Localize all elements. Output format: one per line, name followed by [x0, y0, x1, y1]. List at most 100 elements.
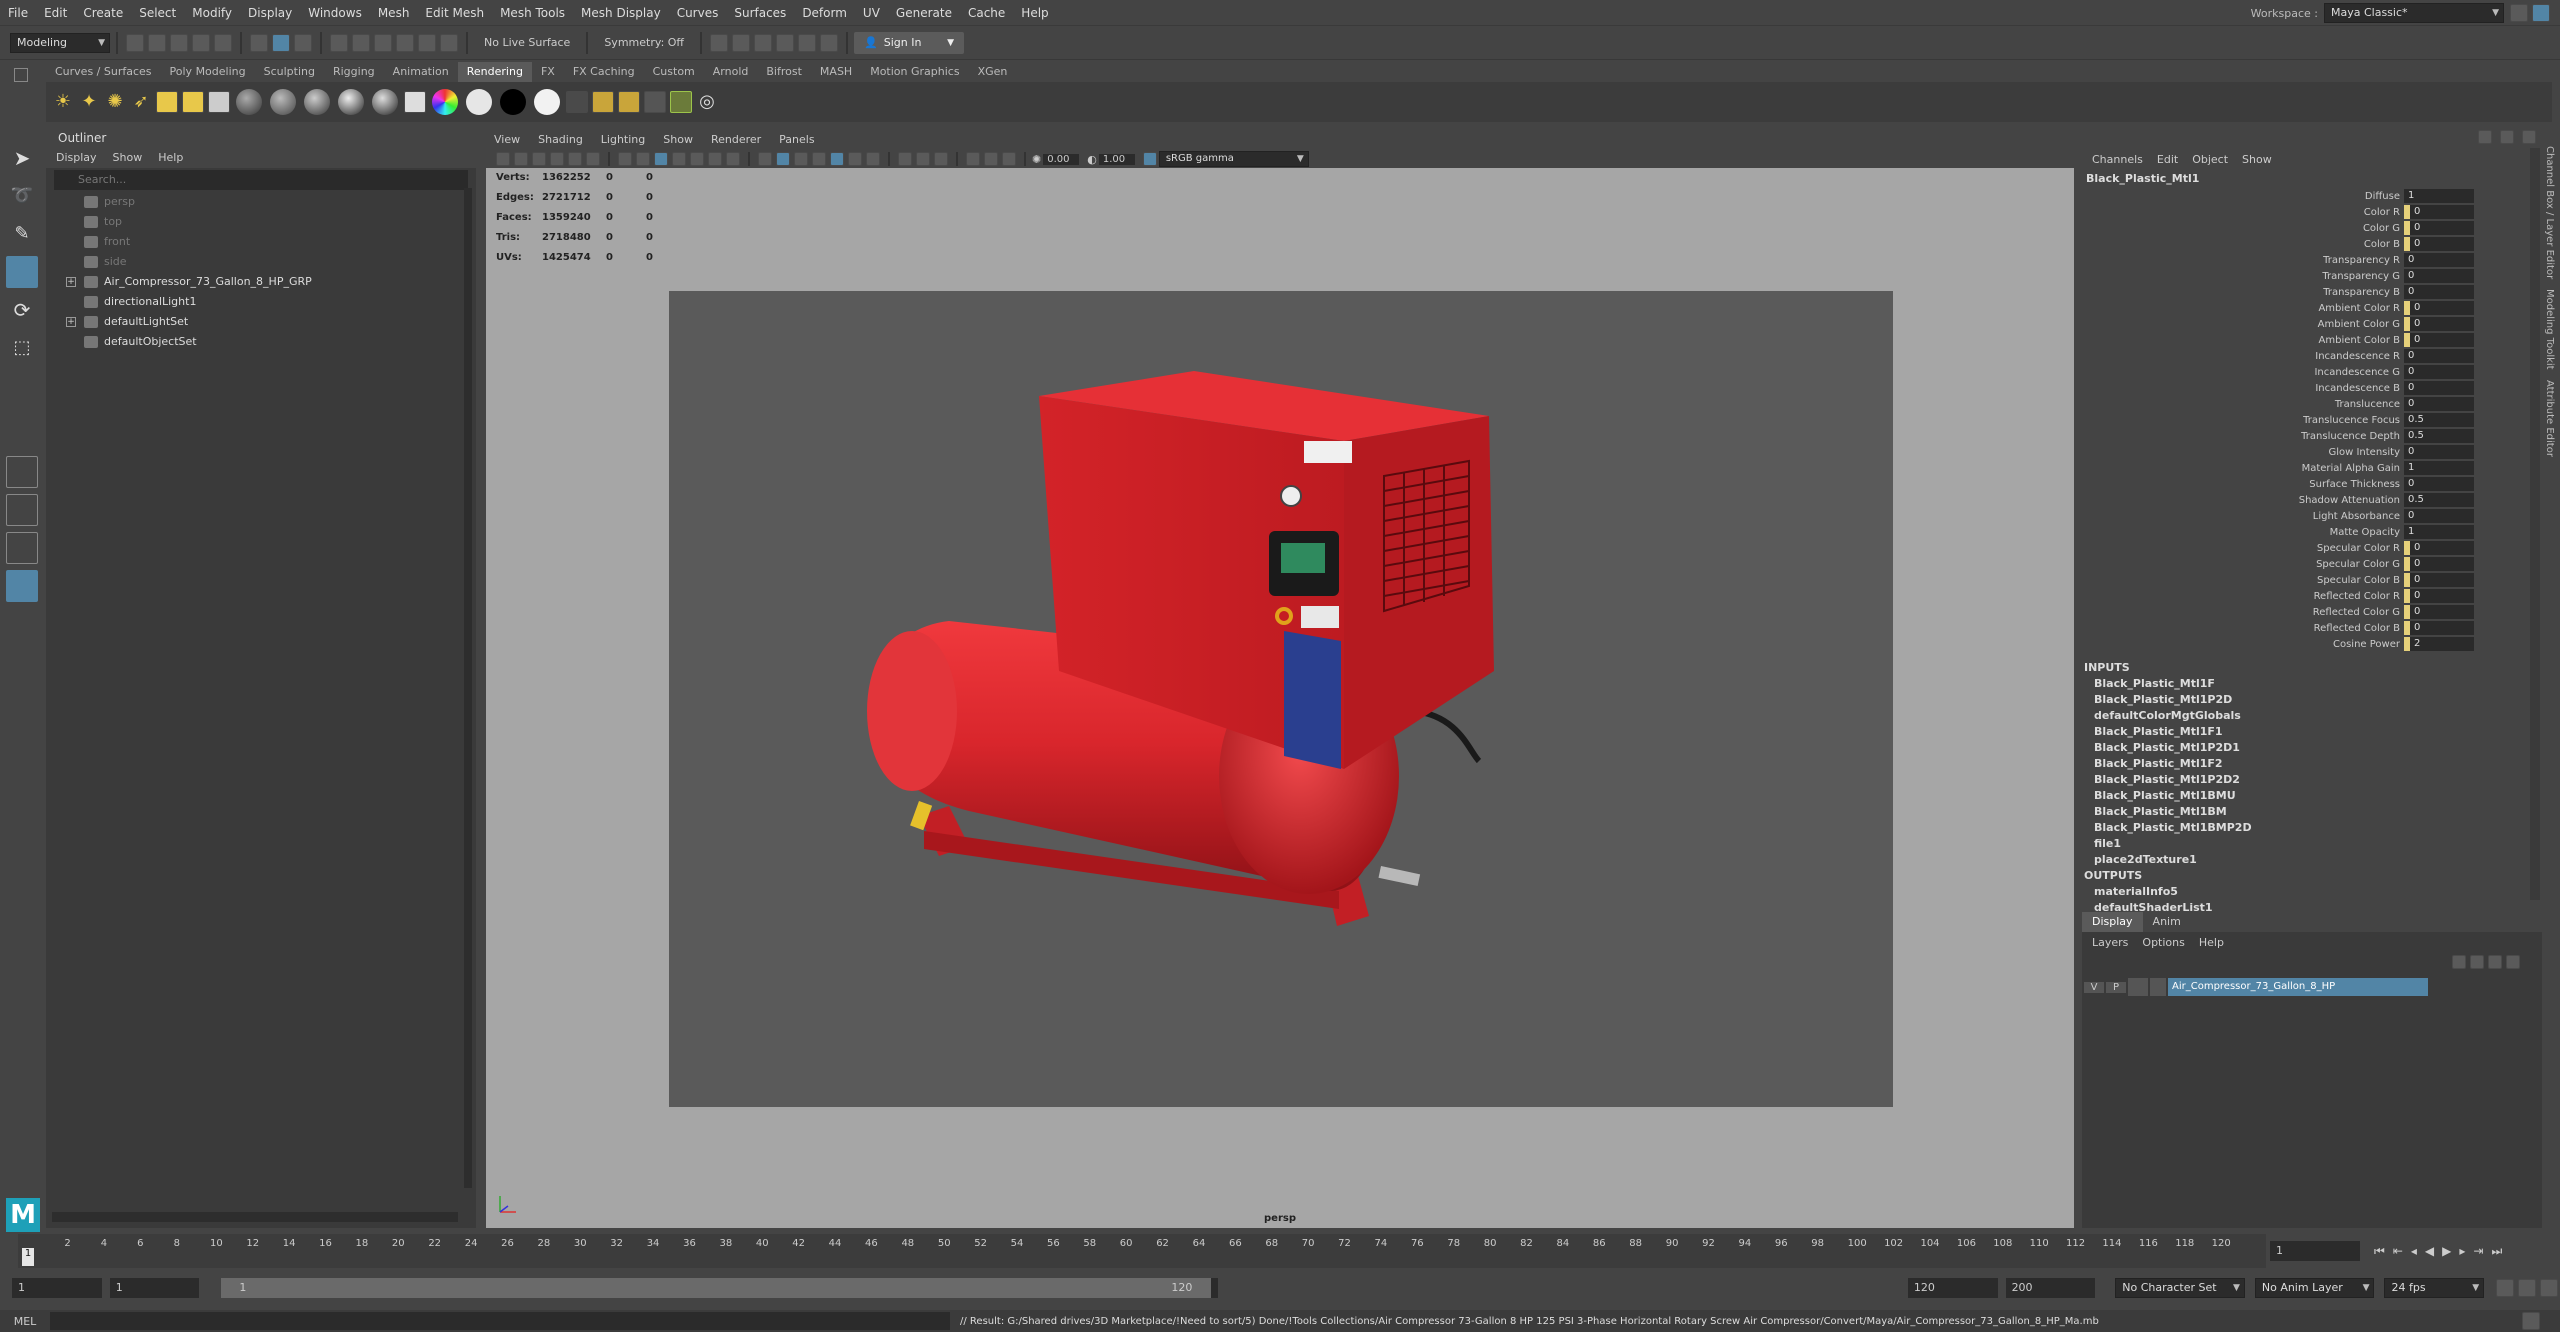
channel-attr-row[interactable]: Matte Opacity 1 — [2082, 524, 2542, 540]
layer-tab-display[interactable]: Display — [2082, 912, 2143, 932]
four-view-icon[interactable] — [6, 494, 38, 526]
menu-item-create[interactable]: Create — [75, 0, 131, 26]
image-plane-icon[interactable] — [550, 152, 564, 166]
channel-box-scrollbar[interactable] — [2530, 148, 2540, 900]
exposure-field[interactable]: 0.00 — [1043, 153, 1080, 165]
channel-attr-row[interactable]: Glow Intensity 0 — [2082, 444, 2542, 460]
anim-start-field[interactable]: 1 — [109, 1278, 200, 1298]
color-wheel-icon[interactable] — [432, 89, 458, 115]
select-tool-icon[interactable]: ➤ — [6, 142, 38, 174]
channel-attr-row[interactable]: Cosine Power 2 — [2082, 636, 2542, 652]
undo-icon[interactable] — [192, 33, 210, 52]
material-ball-icon[interactable] — [372, 89, 398, 115]
shelf-tab-rigging[interactable]: Rigging — [324, 62, 384, 82]
anim-layer-dropdown[interactable]: No Anim Layer ▼ — [2254, 1278, 2375, 1298]
output-node[interactable]: materialInfo5 — [2082, 884, 2542, 900]
channel-attr-value[interactable]: 1 — [2404, 525, 2474, 539]
field-chart-icon[interactable] — [690, 152, 704, 166]
layer-tab-anim[interactable]: Anim — [2143, 912, 2191, 932]
channel-attr-row[interactable]: Transparency B 0 — [2082, 284, 2542, 300]
input-node[interactable]: Black_Plastic_Mtl1F — [2082, 676, 2542, 692]
layer-color-swatch[interactable] — [2150, 978, 2166, 996]
depth-of-field-icon[interactable] — [1002, 152, 1016, 166]
outliner-persp-view-icon[interactable] — [6, 570, 38, 602]
layer-menu-help[interactable]: Help — [2199, 936, 2224, 949]
channel-attr-value[interactable]: 0 — [2404, 621, 2474, 635]
shelf-tab-curves-surfaces[interactable]: Curves / Surfaces — [46, 62, 161, 82]
current-frame-field[interactable]: 1 — [2270, 1241, 2360, 1261]
dot-icon[interactable] — [2499, 130, 2514, 144]
character-set-dropdown[interactable]: No Character Set ▼ — [2115, 1278, 2245, 1298]
grease-pencil-icon[interactable] — [586, 152, 600, 166]
xray-joints-icon[interactable] — [916, 152, 930, 166]
channel-attr-row[interactable]: Specular Color R 0 — [2082, 540, 2542, 556]
move-tool-icon[interactable] — [6, 256, 38, 288]
select-object-icon[interactable] — [272, 33, 290, 52]
shelf-tab-fx-caching[interactable]: FX Caching — [564, 62, 644, 82]
two-view-icon[interactable] — [6, 532, 38, 564]
settings-icon[interactable] — [2510, 4, 2528, 22]
camera-lock-icon[interactable] — [514, 152, 528, 166]
snap-surface-icon[interactable] — [418, 33, 436, 52]
range-slider[interactable]: 1 120 — [221, 1278, 1218, 1298]
snap-point-icon[interactable] — [374, 33, 392, 52]
motion-blur-icon[interactable] — [966, 152, 980, 166]
gate-mask-icon[interactable] — [672, 152, 686, 166]
material-ball-icon[interactable] — [304, 89, 330, 115]
area-light-icon[interactable] — [156, 91, 178, 113]
go-to-start-icon[interactable]: ⏮ — [2374, 1244, 2385, 1259]
channel-attr-value[interactable]: 0 — [2404, 477, 2474, 491]
shelf-tab-fx[interactable]: FX — [532, 62, 564, 82]
channel-attr-value[interactable]: 0 — [2404, 253, 2474, 267]
current-time-marker[interactable]: 1 — [22, 1248, 34, 1266]
redo-icon[interactable] — [214, 33, 232, 52]
lasso-tool-icon[interactable]: ➰ — [6, 180, 38, 212]
shelf-tab-bifrost[interactable]: Bifrost — [757, 62, 811, 82]
volume-light-icon[interactable] — [182, 91, 204, 113]
layer-row[interactable]: V P Air_Compressor_73_Gallon_8_HP — [2084, 978, 2540, 996]
menu-item-mesh-display[interactable]: Mesh Display — [573, 0, 669, 26]
command-input[interactable] — [50, 1312, 950, 1330]
menu-item-edit-mesh[interactable]: Edit Mesh — [417, 0, 492, 26]
render-current-icon[interactable] — [710, 33, 729, 52]
channel-attr-value[interactable]: 2 — [2404, 637, 2474, 651]
menu-item-edit[interactable]: Edit — [36, 0, 75, 26]
batch-render-icon[interactable] — [670, 91, 692, 113]
snap-view-icon[interactable] — [396, 33, 414, 52]
layer-icon[interactable] — [2478, 130, 2492, 144]
grid-icon[interactable] — [618, 152, 632, 166]
ipr-icon[interactable] — [592, 91, 614, 113]
channel-attr-value[interactable]: 0 — [2404, 285, 2474, 299]
channel-attr-row[interactable]: Translucence 0 — [2082, 396, 2542, 412]
channel-attr-value[interactable]: 0 — [2404, 541, 2474, 555]
viewport-menu-show[interactable]: Show — [663, 130, 693, 150]
channel-attr-value[interactable]: 0 — [2404, 221, 2474, 235]
channel-menu-show[interactable]: Show — [2242, 153, 2272, 166]
snap-curve-icon[interactable] — [352, 33, 370, 52]
channel-attr-row[interactable]: Color G 0 — [2082, 220, 2542, 236]
white-ball-icon[interactable] — [466, 89, 492, 115]
scene-end-field[interactable]: 200 — [2005, 1278, 2096, 1298]
channel-attr-row[interactable]: Transparency R 0 — [2082, 252, 2542, 268]
outliner-search-input[interactable]: Search... — [54, 170, 468, 190]
layer-menu-options[interactable]: Options — [2142, 936, 2184, 949]
input-node[interactable]: defaultColorMgtGlobals — [2082, 708, 2542, 724]
channel-attr-value[interactable]: 0 — [2404, 573, 2474, 587]
outliner-scrollbar[interactable] — [464, 188, 472, 1188]
input-node[interactable]: Black_Plastic_Mtl1P2D2 — [2082, 772, 2542, 788]
menu-item-uv[interactable]: UV — [855, 0, 888, 26]
menu-item-display[interactable]: Display — [240, 0, 300, 26]
channel-attr-value[interactable]: 0.5 — [2404, 493, 2474, 507]
channel-attr-row[interactable]: Transparency G 0 — [2082, 268, 2542, 284]
channel-attr-row[interactable]: Specular Color B 0 — [2082, 572, 2542, 588]
outliner-menu-help[interactable]: Help — [158, 148, 183, 168]
wireframe-icon[interactable] — [758, 152, 772, 166]
shelf-tab-poly-modeling[interactable]: Poly Modeling — [161, 62, 255, 82]
outliner-menu-display[interactable]: Display — [56, 148, 97, 168]
channel-attr-row[interactable]: Incandescence R 0 — [2082, 348, 2542, 364]
point-light-icon[interactable]: ✺ — [104, 91, 126, 113]
animation-prefs-icon[interactable] — [2540, 1279, 2558, 1297]
channel-attr-row[interactable]: Reflected Color B 0 — [2082, 620, 2542, 636]
bookmark-icon[interactable] — [532, 152, 546, 166]
shelf-tab-rendering[interactable]: Rendering — [457, 62, 532, 82]
